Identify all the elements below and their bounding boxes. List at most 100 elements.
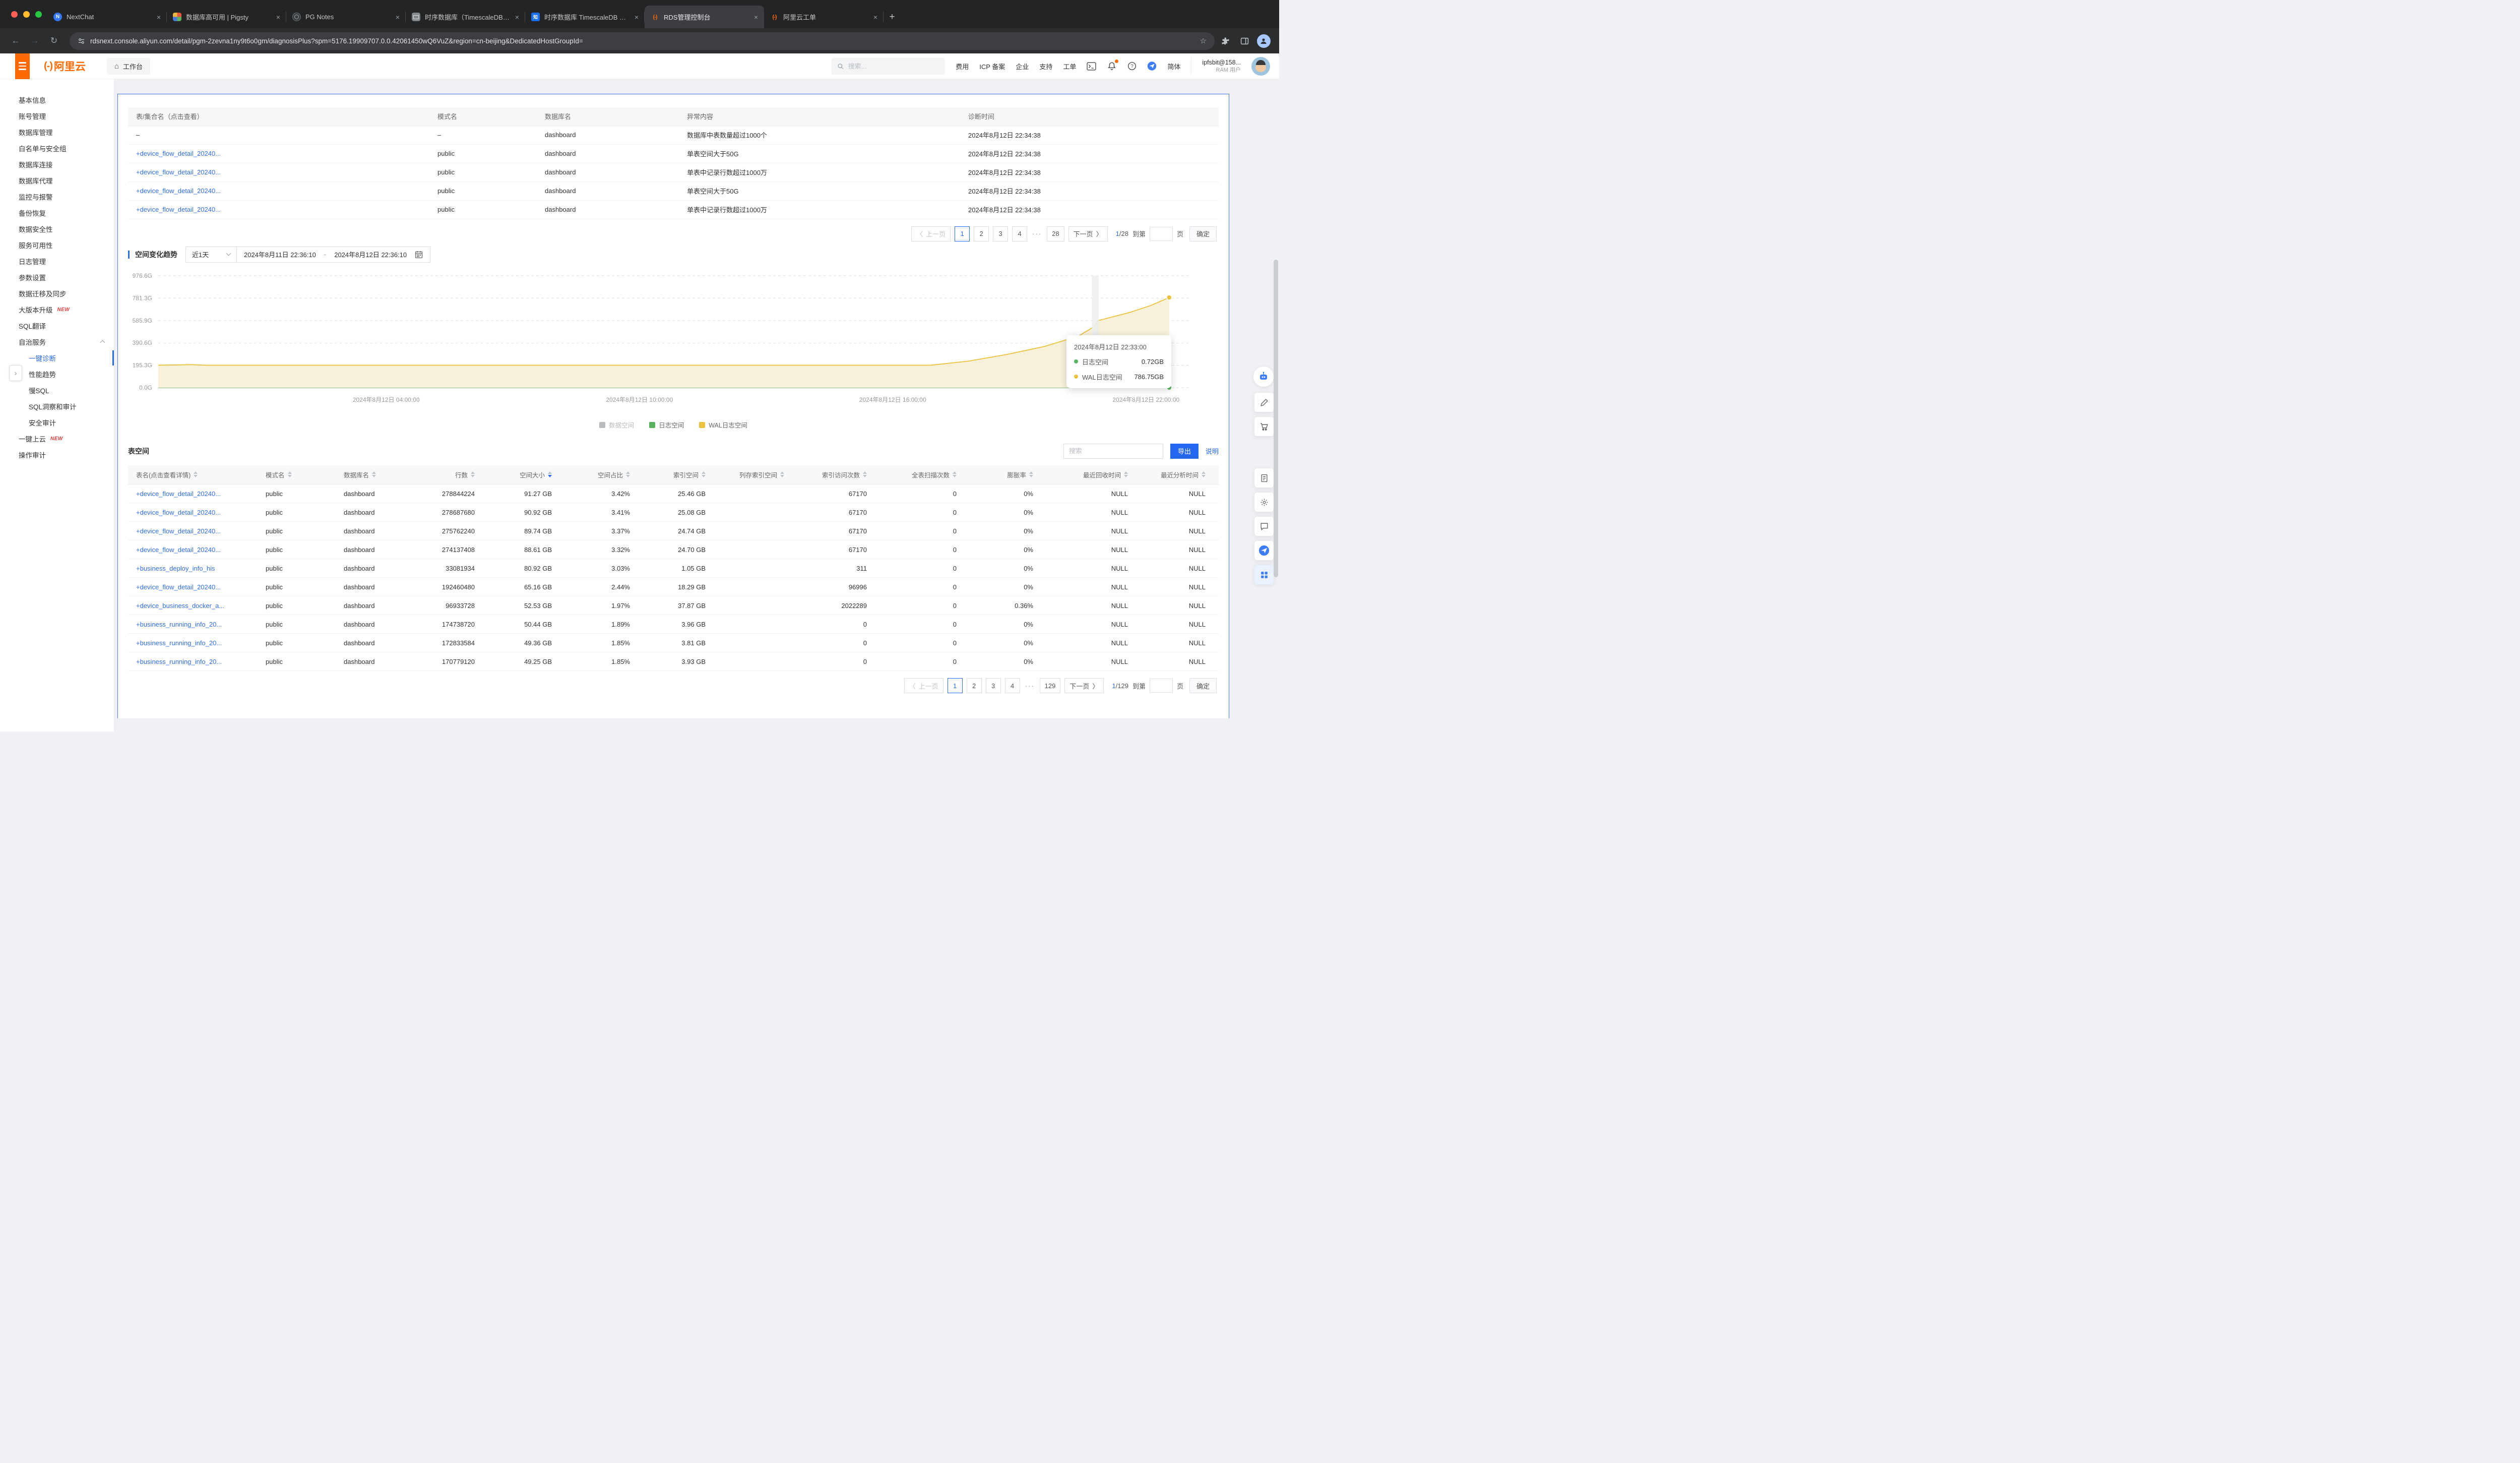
sort-icon[interactable] (1029, 471, 1033, 477)
page-number-button[interactable]: 2 (967, 678, 982, 693)
browser-tab[interactable]: 数据库高可用 | Pigsty × (167, 6, 286, 28)
sidebar-item[interactable]: 操作审计 (0, 447, 114, 463)
page-number-button[interactable]: 3 (986, 678, 1001, 693)
sidebar-collapse-handle[interactable]: › (9, 365, 22, 381)
nav-link[interactable]: 费用 (956, 62, 969, 71)
sortable-column-header[interactable]: 空间占比 (565, 465, 643, 484)
browser-tab[interactable]: 阿里云工单 × (764, 6, 884, 28)
sidebar-item[interactable]: 白名单与安全组 (0, 140, 114, 156)
trend-line-chart[interactable]: 0.0G195.3G390.6G585.9G781.3G976.6G2024年8… (128, 267, 1219, 418)
window-close-button[interactable] (11, 11, 18, 18)
table-name-link[interactable]: – (136, 131, 140, 139)
products-menu-button[interactable] (15, 53, 30, 79)
export-button[interactable]: 导出 (1170, 444, 1199, 459)
sortable-column-header[interactable]: 膨胀率 (970, 465, 1046, 484)
table-name-link[interactable]: +device_flow_detail_20240... (136, 490, 221, 498)
sidebar-item[interactable]: 备份恢复 (0, 205, 114, 221)
sort-icon[interactable] (288, 471, 292, 477)
sidebar-item[interactable]: 大版本升级 NEW (0, 301, 114, 318)
reload-button[interactable]: ↻ (45, 36, 62, 46)
legend-item[interactable]: 数据空间 (599, 420, 634, 430)
sort-icon[interactable] (953, 471, 957, 477)
sidebar-item[interactable]: SQL洞察和审计 (0, 398, 114, 414)
sortable-column-header[interactable]: 表名(点击查看详情) (128, 465, 258, 484)
table-name-link[interactable]: +device_flow_detail_20240... (136, 509, 221, 516)
page-number-button[interactable]: 3 (993, 226, 1008, 241)
sidebar-item[interactable]: 数据迁移及同步 (0, 285, 114, 301)
date-range-picker[interactable]: 2024年8月11日 22:36:10 - 2024年8月12日 22:36:1… (236, 247, 430, 263)
tab-close-icon[interactable]: × (873, 13, 877, 21)
nav-link[interactable]: ICP 备案 (979, 62, 1005, 71)
sort-icon[interactable] (471, 471, 475, 477)
confirm-page-button[interactable]: 确定 (1189, 226, 1217, 241)
new-tab-button[interactable]: + (884, 6, 901, 28)
apps-grid-button[interactable] (1254, 565, 1274, 585)
side-panel-icon[interactable] (1236, 37, 1253, 45)
sortable-column-header[interactable]: 空间大小 (488, 465, 565, 484)
browser-tab[interactable]: 时序数据库（TimescaleDB）- × (406, 6, 525, 28)
table-name-link[interactable]: +business_running_info_20... (136, 639, 222, 647)
feitian-assistant-icon[interactable] (1147, 62, 1157, 71)
confirm-page-button[interactable]: 确定 (1189, 678, 1217, 693)
prev-page-button[interactable]: 〈上一页 (911, 226, 951, 241)
help-icon[interactable]: ? (1127, 62, 1137, 71)
tab-close-icon[interactable]: × (635, 13, 639, 21)
language-switch[interactable]: 简体 (1167, 62, 1180, 71)
table-name-link[interactable]: +business_deploy_info_his (136, 565, 215, 572)
sidebar-item[interactable]: 数据库代理 (0, 172, 114, 189)
tab-close-icon[interactable]: × (276, 13, 280, 21)
page-number-button[interactable]: 1 (948, 678, 963, 693)
assistant-robot-button[interactable] (1253, 366, 1274, 387)
nav-link[interactable]: 工单 (1063, 62, 1076, 71)
table-name-link[interactable]: +device_flow_detail_20240... (136, 206, 221, 213)
bookmark-star-icon[interactable]: ☆ (1200, 36, 1207, 45)
search-input[interactable] (848, 63, 940, 70)
user-avatar[interactable] (1251, 57, 1270, 76)
notifications-bell-icon[interactable] (1107, 62, 1116, 71)
sortable-column-header[interactable]: 最近回收时间 (1046, 465, 1141, 484)
table-name-link[interactable]: +business_running_info_20... (136, 621, 222, 628)
goto-page-input[interactable] (1150, 227, 1173, 241)
browser-tab[interactable]: 时序数据库 TimescaleDB 基础 × (525, 6, 645, 28)
browser-profile-avatar[interactable] (1255, 34, 1272, 48)
cart-button[interactable] (1254, 416, 1274, 437)
time-range-select[interactable]: 近1天 (185, 247, 237, 263)
tablespace-search-input[interactable] (1063, 444, 1163, 459)
address-bar[interactable]: rdsnext.console.aliyun.com/detail/pgm-2z… (70, 32, 1215, 50)
tab-close-icon[interactable]: × (396, 13, 400, 21)
window-zoom-button[interactable] (35, 11, 42, 18)
page-scrollbar[interactable] (1274, 260, 1278, 577)
table-name-link[interactable]: +device_flow_detail_20240... (136, 187, 221, 195)
table-name-link[interactable]: +device_business_docker_a... (136, 602, 224, 609)
browser-tab[interactable]: PG Notes × (286, 6, 406, 28)
extensions-puzzle-icon[interactable] (1217, 37, 1234, 45)
prev-page-button[interactable]: 〈上一页 (904, 678, 943, 693)
aliyun-logo[interactable]: (-) 阿里云 (44, 58, 86, 74)
window-minimize-button[interactable] (23, 11, 30, 18)
last-page-button[interactable]: 129 (1040, 678, 1061, 693)
sortable-column-header[interactable]: 列存索引空间 (719, 465, 797, 484)
sidebar-item[interactable]: 数据库管理 (0, 124, 114, 140)
sortable-column-header[interactable]: 全表扫描次数 (880, 465, 970, 484)
last-page-button[interactable]: 28 (1047, 226, 1064, 241)
page-number-button[interactable]: 4 (1012, 226, 1027, 241)
sidebar-item[interactable]: 数据库连接 (0, 156, 114, 172)
url-text[interactable]: rdsnext.console.aliyun.com/detail/pgm-2z… (90, 37, 1195, 45)
sidebar-item[interactable]: SQL翻译 (0, 318, 114, 334)
sortable-column-header[interactable]: 数据库名 (336, 465, 415, 484)
table-name-link[interactable]: +device_flow_detail_20240... (136, 150, 221, 157)
sidebar-item[interactable]: 参数设置 (0, 269, 114, 285)
page-number-button[interactable]: 2 (974, 226, 989, 241)
assistant-plane-button[interactable] (1254, 540, 1274, 561)
sort-icon[interactable] (372, 471, 376, 477)
sort-icon[interactable] (194, 471, 198, 477)
sortable-column-header[interactable]: 模式名 (258, 465, 336, 484)
sort-icon[interactable] (702, 471, 706, 477)
browser-tab[interactable]: NextChat × (47, 6, 167, 28)
nav-link[interactable]: 企业 (1016, 62, 1029, 71)
feedback-pencil-button[interactable] (1254, 392, 1274, 412)
nav-link[interactable]: 支持 (1039, 62, 1052, 71)
sidebar-item[interactable]: 慢SQL (0, 382, 114, 398)
sort-icon[interactable] (780, 471, 784, 477)
tab-close-icon[interactable]: × (157, 13, 161, 21)
